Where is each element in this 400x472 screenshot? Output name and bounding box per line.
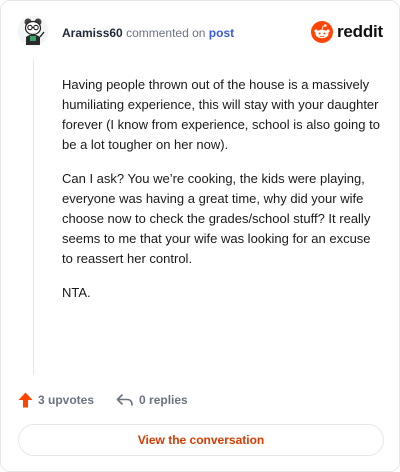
avatar-icon: [17, 15, 49, 47]
reply-arrow-icon: [116, 394, 133, 406]
reddit-logo[interactable]: reddit: [310, 21, 383, 43]
thread-line: [33, 59, 34, 375]
reply-count: 0 replies: [139, 393, 188, 407]
reddit-snoo-icon: [310, 21, 333, 43]
username-link[interactable]: Aramiss60: [62, 26, 123, 40]
user-avatar[interactable]: [17, 15, 49, 47]
action-text: commented on: [126, 26, 206, 40]
comment-header: Aramiss60 commented on post reddit: [17, 15, 383, 51]
reply-control[interactable]: 0 replies: [116, 393, 188, 407]
upvote-count: 3 upvotes: [38, 393, 95, 407]
comment-meta: Aramiss60 commented on post: [62, 26, 234, 40]
view-conversation-button[interactable]: View the conversation: [18, 424, 384, 456]
post-link[interactable]: post: [209, 26, 234, 40]
comment-paragraph: Can I ask? You we’re cooking, the kids w…: [62, 171, 371, 266]
comment-embed-card: Aramiss60 commented on post reddit Havin…: [0, 0, 400, 472]
upvote-control[interactable]: 3 upvotes: [18, 392, 94, 408]
comment-paragraph: Having people thrown out of the house is…: [62, 77, 380, 152]
comment-paragraph: NTA.: [62, 285, 91, 300]
comment-footer: 3 upvotes 0 replies: [18, 391, 188, 409]
upvote-arrow-icon: [18, 392, 33, 408]
comment-body: Having people thrown out of the house is…: [62, 75, 380, 317]
reddit-wordmark: reddit: [336, 22, 383, 41]
